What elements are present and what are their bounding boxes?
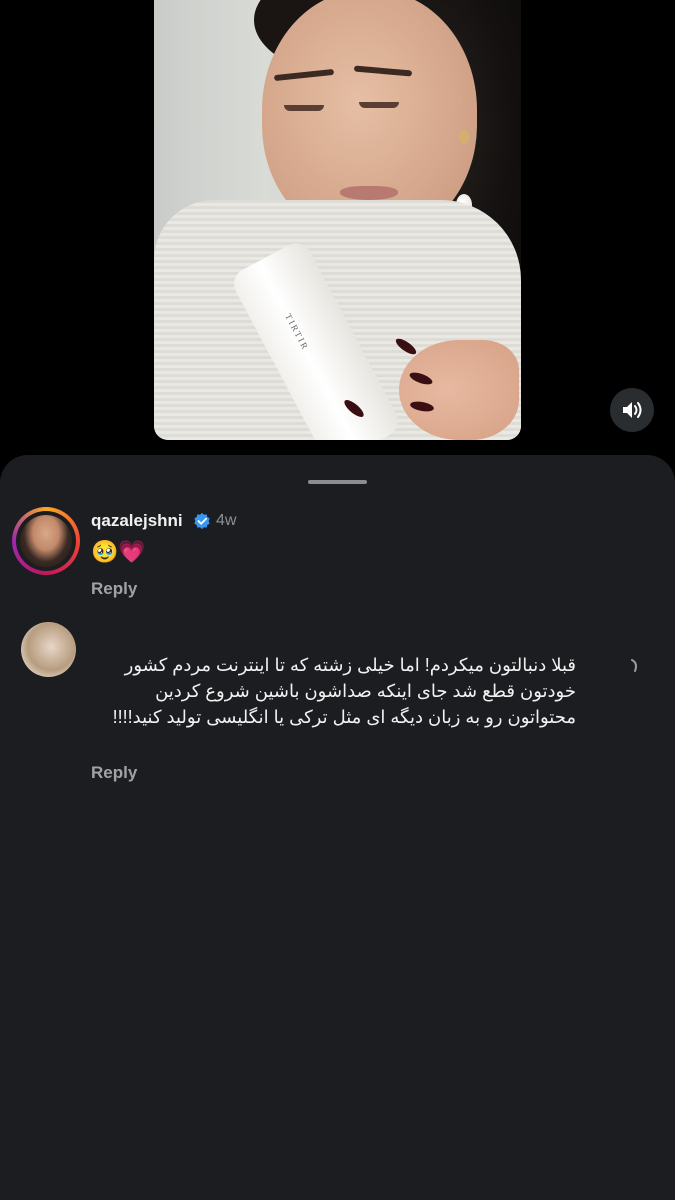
sound-toggle-button[interactable] [610,388,654,432]
comments-sheet: qazalejshni 4w 🥹💗 Reply قبلا دنبالتون می… [0,455,675,1200]
video-player[interactable]: TIRTIR [154,0,521,440]
comment-text: 🥹💗 [91,539,146,564]
comment-timestamp: 4w [216,512,237,529]
reply-button[interactable]: Reply [91,763,137,783]
comment-text: قبلا دنبالتون میکردم! اما خیلی زشته که ت… [112,655,576,727]
comment-username[interactable]: qazalejshni [91,511,183,531]
verified-badge-icon [194,512,210,530]
volume-icon [623,402,642,418]
avatar[interactable] [21,622,76,677]
avatar[interactable] [20,515,72,567]
hand [399,340,519,440]
like-icon[interactable] [622,657,642,677]
reply-button[interactable]: Reply [91,579,137,599]
sheet-drag-handle[interactable] [308,480,367,484]
